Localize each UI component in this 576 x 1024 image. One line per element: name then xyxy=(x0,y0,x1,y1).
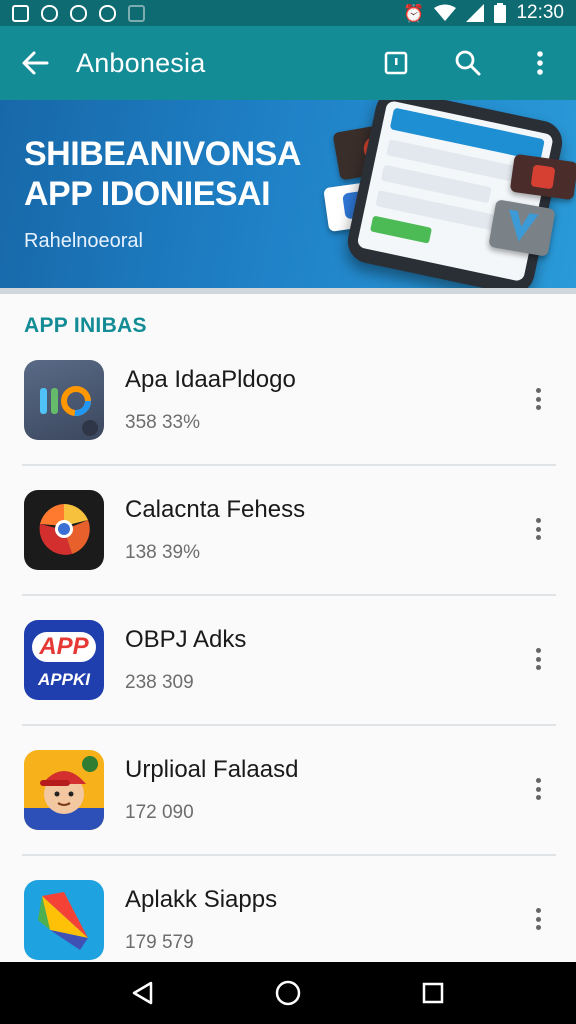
home-circle-icon xyxy=(275,980,301,1006)
app-count: 172 090 xyxy=(125,802,194,823)
list-item[interactable]: Urplioal Falaasd 172 090 xyxy=(0,726,576,856)
feedback-button[interactable] xyxy=(360,26,432,100)
app-count: 179 579 xyxy=(125,932,194,953)
battery-icon xyxy=(494,3,507,23)
more-vert-icon xyxy=(535,518,541,523)
app-bar: Anbonesia xyxy=(0,26,576,100)
status-bar: ⏰ 12:30 xyxy=(0,0,576,26)
app-icon-chrome-like xyxy=(24,490,104,570)
more-vert-icon xyxy=(535,778,541,783)
app-name: OBPJ Adks xyxy=(125,626,247,653)
app-icon-app-badge: APP APPKI xyxy=(24,620,104,700)
section-header: APP INIBAS xyxy=(24,314,147,337)
recents-square-icon xyxy=(423,982,444,1004)
item-more-button[interactable] xyxy=(526,644,550,674)
more-vert-icon xyxy=(535,908,541,913)
app-name: Apa IdaaPldogo xyxy=(125,366,296,393)
app-icon-badge-bottom: APPKI xyxy=(38,670,90,689)
shield-icon xyxy=(70,4,87,22)
back-arrow-icon xyxy=(22,51,49,75)
item-more-button[interactable] xyxy=(526,514,550,544)
app-name: Urplioal Falaasd xyxy=(125,756,299,783)
app-name: Calacnta Fehess xyxy=(125,496,306,523)
app-icon-character xyxy=(24,750,104,830)
app-list: Apa IdaaPldogo 358 33% Calacnta Fehess 1… xyxy=(0,336,576,986)
banner-title-line1: SHIBEANIVONSA xyxy=(24,135,301,173)
nav-back-button[interactable] xyxy=(113,962,173,1024)
shield-check-icon xyxy=(99,4,116,22)
app-bar-actions xyxy=(360,26,576,100)
status-time: 12:30 xyxy=(516,2,564,23)
banner-phone-illustration xyxy=(343,100,567,294)
nav-recents-button[interactable] xyxy=(403,962,463,1024)
more-vert-icon xyxy=(535,388,541,393)
status-left-icons xyxy=(12,4,145,22)
banner-card-green-icon xyxy=(488,199,556,257)
banner-subtitle: Rahelnoeoral xyxy=(24,230,143,252)
app-count: 238 309 xyxy=(125,672,194,693)
app-screen: ⏰ 12:30 Anbonesia SHIBEANIVONSA APP IDON… xyxy=(0,0,576,1024)
back-triangle-icon xyxy=(132,981,152,1005)
overflow-menu-button[interactable] xyxy=(504,26,576,100)
search-button[interactable] xyxy=(432,26,504,100)
alarm-icon: ⏰ xyxy=(403,3,425,23)
more-vert-icon xyxy=(537,51,543,75)
wifi-icon xyxy=(434,4,457,21)
app-icon-kite xyxy=(24,880,104,960)
notification-icon xyxy=(41,4,58,22)
app-icon-badge-top: APP xyxy=(32,632,96,662)
signal-icon xyxy=(466,4,485,22)
back-button[interactable] xyxy=(0,26,70,100)
upload-icon xyxy=(128,4,145,22)
banner-title-line2: APP IDONIESAI xyxy=(24,175,271,213)
system-nav-bar xyxy=(0,962,576,1024)
image-icon xyxy=(12,4,29,22)
app-count: 358 33% xyxy=(125,412,201,433)
more-vert-icon xyxy=(535,648,541,653)
item-more-button[interactable] xyxy=(526,384,550,414)
status-right-icons: ⏰ 12:30 xyxy=(403,2,564,24)
list-item[interactable]: Calacnta Fehess 138 39% xyxy=(0,466,576,596)
list-item[interactable]: Apa IdaaPldogo 358 33% xyxy=(0,336,576,466)
app-count: 138 39% xyxy=(125,542,201,563)
item-more-button[interactable] xyxy=(526,774,550,804)
promo-banner[interactable]: SHIBEANIVONSA APP IDONIESAI Rahelnoeoral xyxy=(0,100,576,294)
app-name: Aplakk Siapps xyxy=(125,886,278,913)
list-item[interactable]: APP APPKI OBPJ Adks 238 309 xyxy=(0,596,576,726)
feedback-icon xyxy=(384,51,408,75)
app-icon-ie xyxy=(24,360,104,440)
nav-home-button[interactable] xyxy=(258,962,318,1024)
page-title: Anbonesia xyxy=(76,47,206,78)
search-icon xyxy=(455,50,481,76)
item-more-button[interactable] xyxy=(526,904,550,934)
banner-title: SHIBEANIVONSA APP IDONIESAI xyxy=(24,134,301,214)
